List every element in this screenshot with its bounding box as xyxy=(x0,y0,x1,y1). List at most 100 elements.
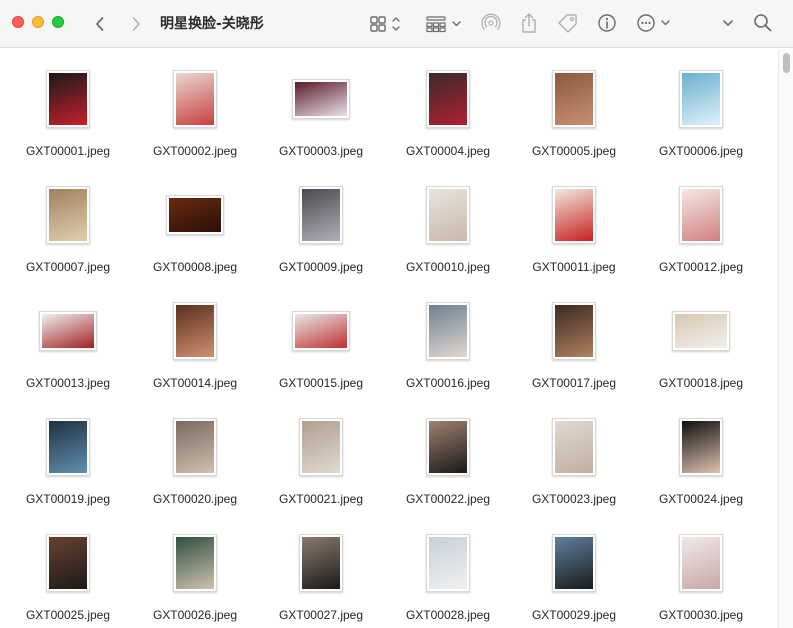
file-thumbnail[interactable] xyxy=(46,70,90,128)
file-thumbnail[interactable] xyxy=(552,418,596,476)
file-item[interactable]: GXT00011.jpeg xyxy=(511,165,637,281)
file-thumbnail[interactable] xyxy=(552,302,596,360)
file-thumbnail[interactable] xyxy=(173,302,217,360)
file-item[interactable]: GXT00021.jpeg xyxy=(258,397,384,513)
file-item[interactable]: GXT00005.jpeg xyxy=(511,49,637,165)
file-thumbnail[interactable] xyxy=(679,534,723,592)
zoom-button[interactable] xyxy=(52,16,64,28)
file-thumbnail-wrapper xyxy=(132,177,258,253)
file-item[interactable]: GXT00023.jpeg xyxy=(511,397,637,513)
file-item[interactable]: GXT00025.jpeg xyxy=(5,513,131,628)
file-item[interactable]: GXT00028.jpeg xyxy=(385,513,511,628)
file-item[interactable]: GXT00002.jpeg xyxy=(132,49,258,165)
group-list-icon[interactable] xyxy=(424,13,464,35)
file-thumbnail[interactable] xyxy=(46,186,90,244)
file-item[interactable]: GXT00007.jpeg xyxy=(5,165,131,281)
file-name-label: GXT00024.jpeg xyxy=(658,492,744,506)
image-preview xyxy=(682,73,720,125)
file-item[interactable]: GXT00010.jpeg xyxy=(385,165,511,281)
file-item[interactable]: GXT00024.jpeg xyxy=(638,397,764,513)
file-item[interactable]: GXT00022.jpeg xyxy=(385,397,511,513)
file-thumbnail-wrapper xyxy=(132,409,258,485)
file-thumbnail[interactable] xyxy=(173,70,217,128)
file-item[interactable]: GXT00018.jpeg xyxy=(638,281,764,397)
file-thumbnail-wrapper xyxy=(5,177,131,253)
file-thumbnail[interactable] xyxy=(166,195,224,235)
chevron-left-icon[interactable] xyxy=(90,14,110,34)
file-thumbnail-wrapper xyxy=(511,61,637,137)
file-item[interactable]: GXT00012.jpeg xyxy=(638,165,764,281)
file-item[interactable]: GXT00027.jpeg xyxy=(258,513,384,628)
image-preview xyxy=(429,537,467,589)
file-thumbnail-wrapper xyxy=(258,525,384,601)
tag-icon[interactable] xyxy=(556,12,580,34)
file-name-label: GXT00008.jpeg xyxy=(152,260,238,274)
image-preview xyxy=(555,537,593,589)
file-thumbnail[interactable] xyxy=(292,311,350,351)
airdrop-icon[interactable] xyxy=(480,12,502,34)
file-thumbnail[interactable] xyxy=(552,186,596,244)
file-thumbnail[interactable] xyxy=(552,534,596,592)
icon-grid-view-icon[interactable] xyxy=(366,13,406,35)
file-thumbnail[interactable] xyxy=(299,534,343,592)
image-preview xyxy=(302,189,340,241)
image-preview xyxy=(429,73,467,125)
file-thumbnail[interactable] xyxy=(426,534,470,592)
file-thumbnail[interactable] xyxy=(679,70,723,128)
file-item[interactable]: GXT00004.jpeg xyxy=(385,49,511,165)
file-thumbnail[interactable] xyxy=(672,311,730,351)
file-thumbnail[interactable] xyxy=(173,534,217,592)
file-thumbnail-wrapper xyxy=(638,409,764,485)
share-icon[interactable] xyxy=(518,11,540,35)
file-item[interactable]: GXT00020.jpeg xyxy=(132,397,258,513)
file-item[interactable]: GXT00017.jpeg xyxy=(511,281,637,397)
image-preview xyxy=(302,537,340,589)
file-item[interactable]: GXT00003.jpeg xyxy=(258,49,384,165)
file-thumbnail[interactable] xyxy=(173,418,217,476)
file-thumbnail-wrapper xyxy=(385,177,511,253)
file-thumbnail-wrapper xyxy=(638,525,764,601)
minimize-button[interactable] xyxy=(32,16,44,28)
file-item[interactable]: GXT00029.jpeg xyxy=(511,513,637,628)
file-name-label: GXT00021.jpeg xyxy=(278,492,364,506)
file-thumbnail-wrapper xyxy=(385,293,511,369)
file-item[interactable]: GXT00006.jpeg xyxy=(638,49,764,165)
file-item[interactable]: GXT00008.jpeg xyxy=(132,165,258,281)
file-item[interactable]: GXT00001.jpeg xyxy=(5,49,131,165)
file-item[interactable]: GXT00013.jpeg xyxy=(5,281,131,397)
scrollbar-thumb[interactable] xyxy=(783,53,790,73)
file-thumbnail[interactable] xyxy=(426,70,470,128)
chevron-right-icon[interactable] xyxy=(126,14,146,34)
file-thumbnail[interactable] xyxy=(299,418,343,476)
file-item[interactable]: GXT00019.jpeg xyxy=(5,397,131,513)
file-thumbnail[interactable] xyxy=(679,418,723,476)
file-name-label: GXT00006.jpeg xyxy=(658,144,744,158)
file-thumbnail[interactable] xyxy=(46,534,90,592)
close-button[interactable] xyxy=(12,16,24,28)
file-item[interactable]: GXT00016.jpeg xyxy=(385,281,511,397)
search-icon[interactable] xyxy=(752,12,774,34)
toolbar: 明星换脸-关晓彤 xyxy=(0,0,793,48)
file-item[interactable]: GXT00015.jpeg xyxy=(258,281,384,397)
file-item[interactable]: GXT00014.jpeg xyxy=(132,281,258,397)
file-thumbnail[interactable] xyxy=(426,186,470,244)
image-preview xyxy=(555,421,593,473)
vertical-scrollbar[interactable] xyxy=(778,49,793,628)
ellipsis-circle-icon[interactable] xyxy=(634,12,674,34)
file-thumbnail[interactable] xyxy=(46,418,90,476)
info-icon[interactable] xyxy=(596,12,618,34)
file-thumbnail[interactable] xyxy=(679,186,723,244)
file-name-label: GXT00005.jpeg xyxy=(531,144,617,158)
file-thumbnail-wrapper xyxy=(258,409,384,485)
file-item[interactable]: GXT00026.jpeg xyxy=(132,513,258,628)
file-thumbnail[interactable] xyxy=(426,302,470,360)
file-thumbnail[interactable] xyxy=(552,70,596,128)
file-thumbnail[interactable] xyxy=(299,186,343,244)
file-thumbnail-wrapper xyxy=(385,409,511,485)
file-item[interactable]: GXT00030.jpeg xyxy=(638,513,764,628)
chevron-down-icon[interactable] xyxy=(718,13,738,33)
file-item[interactable]: GXT00009.jpeg xyxy=(258,165,384,281)
file-thumbnail[interactable] xyxy=(426,418,470,476)
file-thumbnail[interactable] xyxy=(39,311,97,351)
file-thumbnail[interactable] xyxy=(292,79,350,119)
